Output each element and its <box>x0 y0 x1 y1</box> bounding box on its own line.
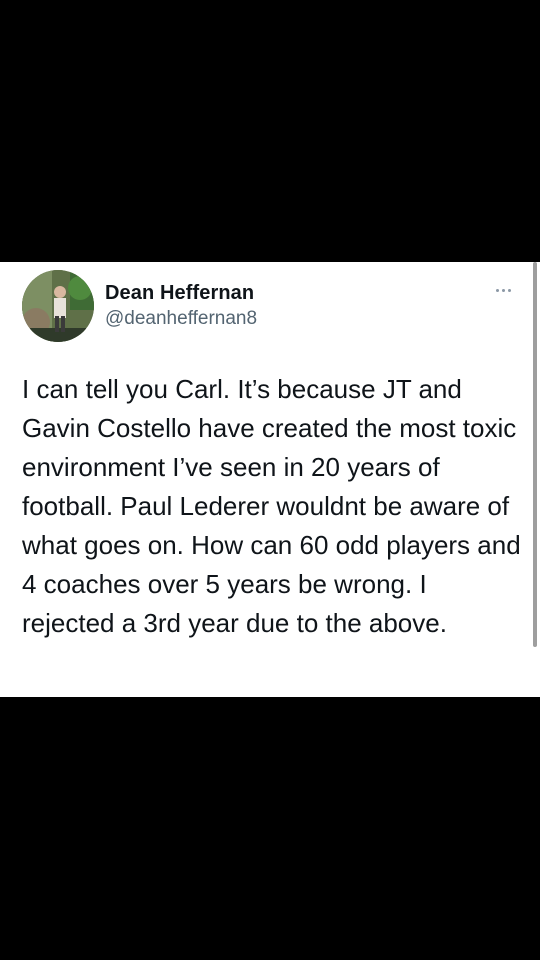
dot <box>502 289 505 292</box>
tweet-text: I can tell you Carl. It’s because JT and… <box>22 374 521 638</box>
tweet-card[interactable]: Dean Heffernan @deanheffernan8 I can tel… <box>0 262 540 697</box>
dot <box>496 289 499 292</box>
avatar-image <box>22 270 94 342</box>
avatar[interactable] <box>22 270 94 342</box>
dot <box>508 289 511 292</box>
scrollbar[interactable] <box>533 262 537 647</box>
display-name[interactable]: Dean Heffernan <box>105 282 254 305</box>
bottom-black-area <box>0 697 540 960</box>
top-black-area <box>0 0 540 262</box>
user-handle[interactable]: @deanheffernan8 <box>105 308 257 330</box>
more-options-icon[interactable] <box>492 284 518 298</box>
